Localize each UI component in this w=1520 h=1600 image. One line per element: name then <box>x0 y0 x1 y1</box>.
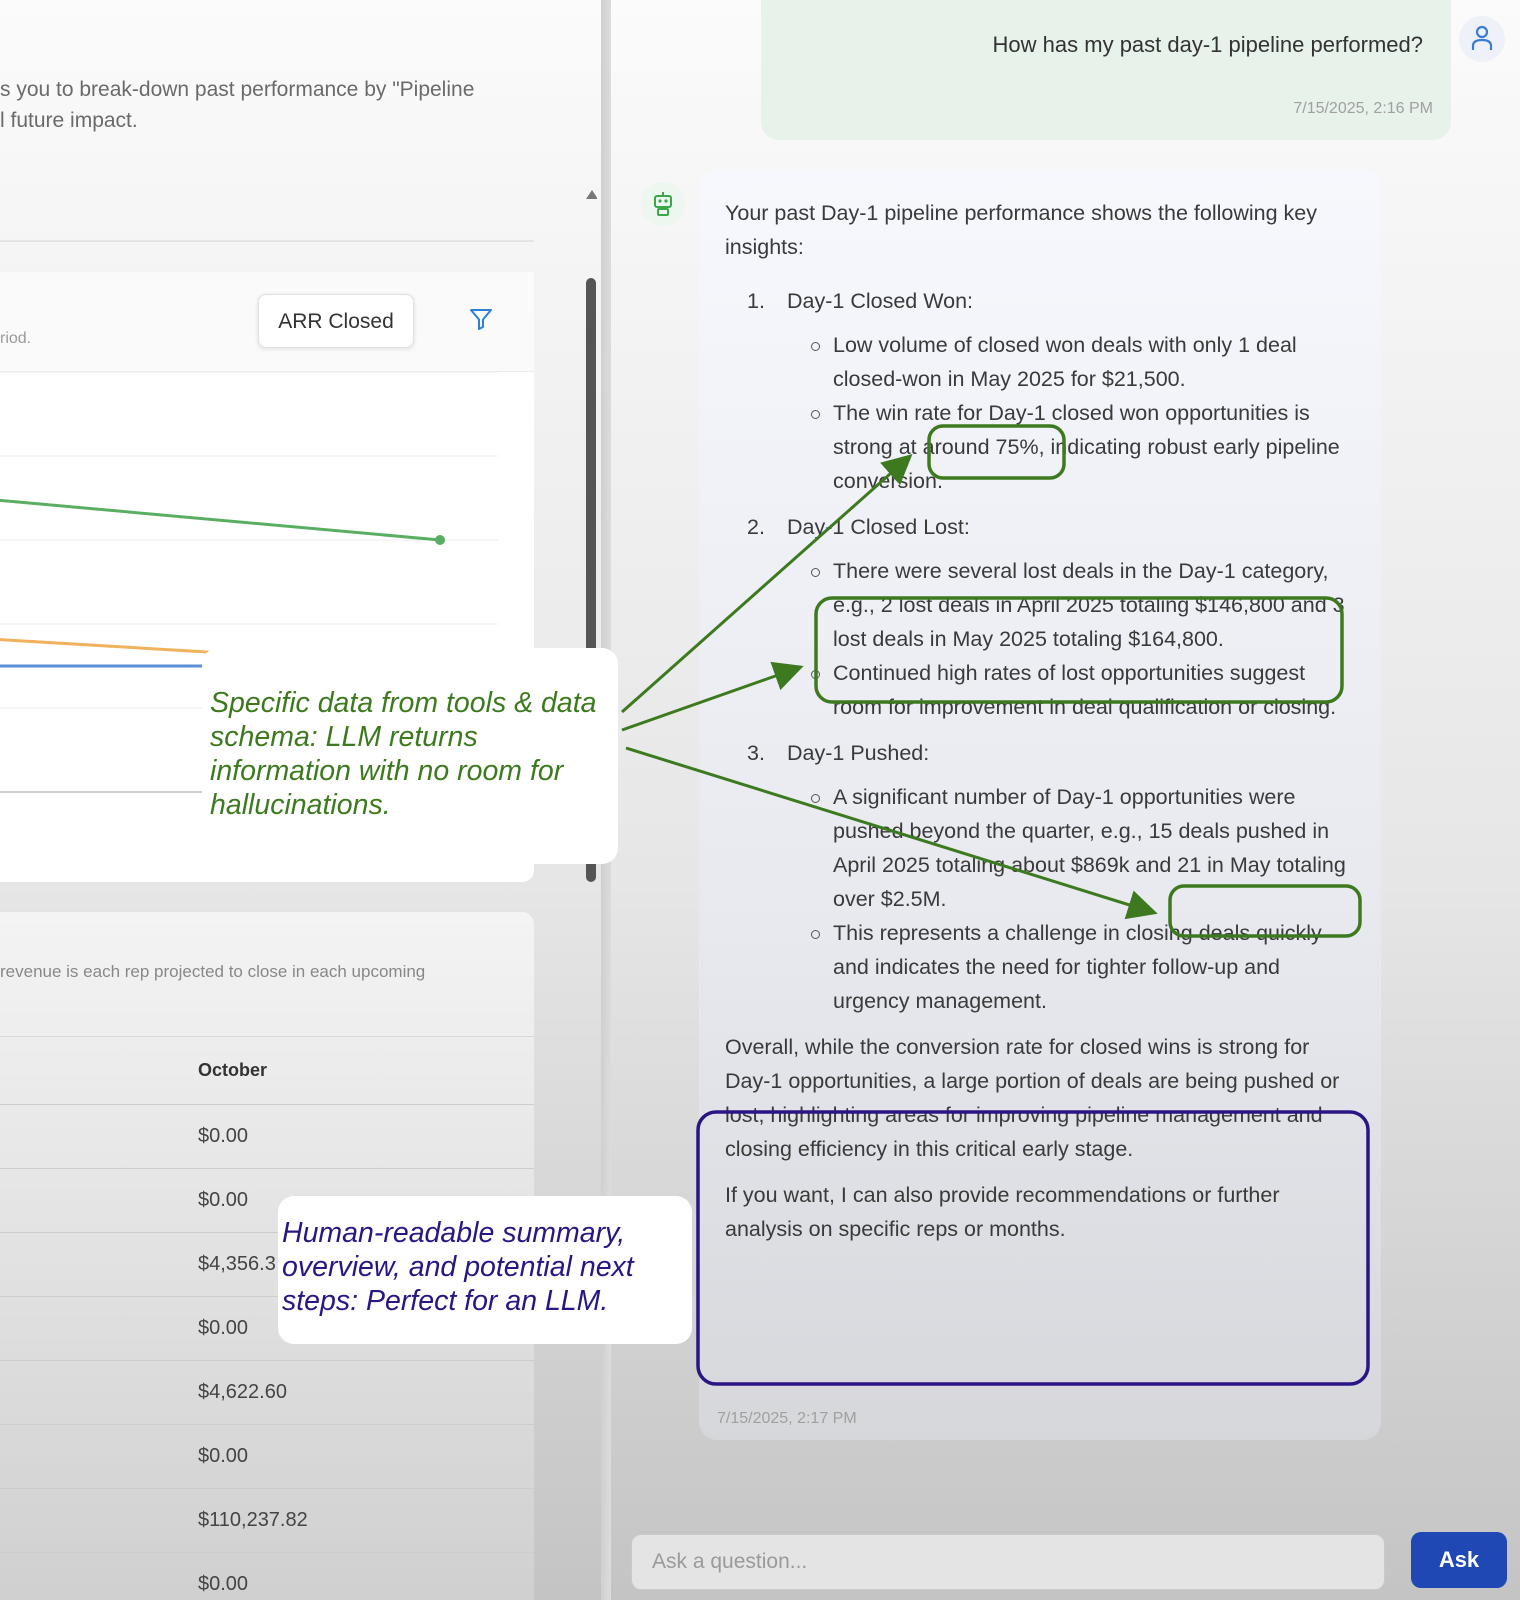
user-avatar <box>1459 16 1505 62</box>
insight-bullet: The win rate for Day-1 closed won opport… <box>787 396 1355 498</box>
user-message-bubble: How has my past day-1 pipeline performed… <box>761 0 1451 140</box>
summary-paragraph: If you want, I can also provide recommen… <box>725 1183 1280 1241</box>
insight-title: Day-1 Closed Lost: <box>787 515 970 539</box>
intro-line: s you to break-down past performance by … <box>0 78 475 101</box>
chart-series-line <box>0 498 441 542</box>
scroll-up-arrow-icon[interactable] <box>586 190 597 199</box>
chat-input-bar: Ask <box>611 1524 1520 1600</box>
dashboard-intro: s you to break-down past performance by … <box>0 74 530 136</box>
insight-bullet: A significant number of Day-1 opportunit… <box>787 780 1355 916</box>
summary-annotation-text: Human-readable summary, overview, and po… <box>282 1217 634 1317</box>
table-cell: $0.00 <box>198 1189 249 1211</box>
insight-bullets: There were several lost deals in the Day… <box>787 554 1355 724</box>
summary-annotation-callout: Human-readable summary, overview, and po… <box>278 1196 692 1344</box>
table-row: $4,622.60 <box>0 1360 534 1424</box>
insight-number: 1. <box>747 289 765 313</box>
user-message-time: 7/15/2025, 2:16 PM <box>1293 100 1433 117</box>
table-cell: $0.00 <box>198 1445 249 1467</box>
chart-data-point[interactable] <box>435 535 445 545</box>
insight-item: 2. Day-1 Closed Lost: There were several… <box>725 510 1355 724</box>
chart-description: riod. <box>0 330 32 347</box>
table-description: revenue is each rep projected to close i… <box>0 962 426 981</box>
table-row: $0.00 <box>0 1552 534 1600</box>
intro-line: l future impact. <box>0 109 138 132</box>
insight-bullet: There were several lost deals in the Day… <box>787 554 1355 656</box>
data-annotation-text: Specific data from tools & data schema: … <box>210 687 597 821</box>
assistant-message-content: Your past Day-1 pipeline performance sho… <box>725 196 1355 1258</box>
insight-bullets: A significant number of Day-1 opportunit… <box>787 780 1355 1018</box>
insight-number: 2. <box>747 515 765 539</box>
assistant-intro: Your past Day-1 pipeline performance sho… <box>725 201 1317 259</box>
insight-number: 3. <box>747 741 765 765</box>
ask-button[interactable]: Ask <box>1411 1532 1507 1588</box>
chat-panel: How has my past day-1 pipeline performed… <box>611 0 1520 1600</box>
table-cell: $0.00 <box>198 1573 249 1595</box>
insight-title: Day-1 Pushed: <box>787 741 930 765</box>
chart-card-header: riod. ARR Closed <box>0 272 534 372</box>
user-icon <box>1471 25 1493 50</box>
assistant-summary: Overall, while the conversion rate for c… <box>725 1030 1355 1246</box>
filter-icon[interactable] <box>468 306 494 332</box>
table-cell: $4,356.3 <box>198 1253 276 1275</box>
insight-bullet: Continued high rates of lost opportuniti… <box>787 656 1355 724</box>
robot-icon <box>654 192 672 216</box>
column-header-october: October <box>198 1060 268 1080</box>
table-cell: $0.00 <box>198 1317 249 1339</box>
table-cell: $0.00 <box>198 1125 249 1147</box>
question-input[interactable] <box>631 1534 1385 1590</box>
insight-list: 1. Day-1 Closed Won: Low volume of close… <box>725 284 1355 1018</box>
insight-item: 3. Day-1 Pushed: A significant number of… <box>725 736 1355 1018</box>
assistant-message-time: 7/15/2025, 2:17 PM <box>717 1410 857 1427</box>
assistant-avatar <box>641 182 685 226</box>
insight-bullets: Low volume of closed won deals with only… <box>787 328 1355 498</box>
table-row: $0.00 <box>0 1424 534 1488</box>
data-annotation-callout: Specific data from tools & data schema: … <box>202 648 618 864</box>
table-row: $0.00 <box>0 1104 534 1168</box>
insight-title: Day-1 Closed Won: <box>787 289 974 313</box>
table-cell: $4,622.60 <box>198 1381 287 1403</box>
insight-bullet: This represents a challenge in closing d… <box>787 916 1355 1018</box>
table-cell: $110,237.82 <box>198 1509 308 1531</box>
summary-paragraph: Overall, while the conversion rate for c… <box>725 1035 1340 1161</box>
section-divider <box>0 240 534 242</box>
insight-item: 1. Day-1 Closed Won: Low volume of close… <box>725 284 1355 498</box>
assistant-message-bubble: Your past Day-1 pipeline performance sho… <box>699 170 1381 1440</box>
table-row: $110,237.82 <box>0 1488 534 1552</box>
insight-bullet: Low volume of closed won deals with only… <box>787 328 1355 396</box>
table-divider <box>0 1036 534 1037</box>
user-message-text: How has my past day-1 pipeline performed… <box>992 32 1423 57</box>
metric-selector[interactable]: ARR Closed <box>258 294 414 348</box>
